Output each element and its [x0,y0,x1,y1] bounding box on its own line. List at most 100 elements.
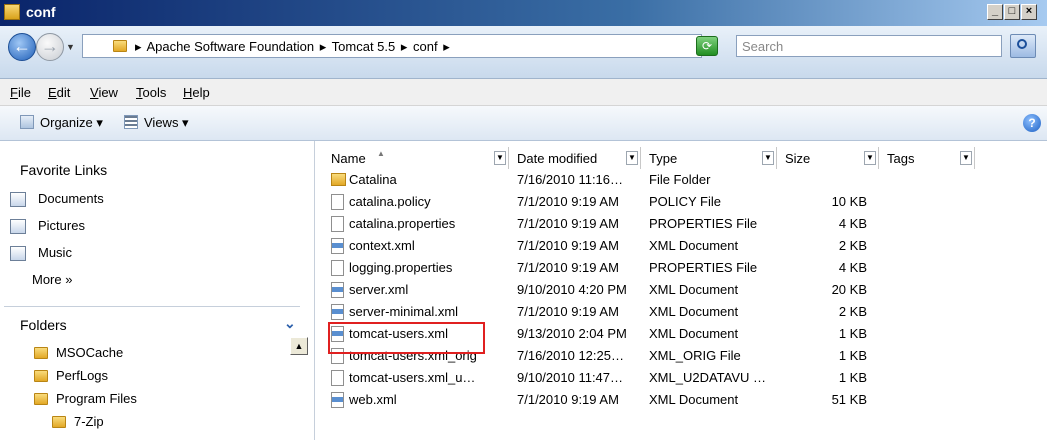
favorite-label: Music [38,245,72,260]
back-button[interactable]: ← [8,33,36,61]
breadcrumb-separator[interactable]: ▸ [401,39,408,54]
file-type: PROPERTIES File [649,260,758,275]
folders-header[interactable]: Folders ⌄ [4,306,300,333]
organize-button[interactable]: Organize ▾ [20,115,103,131]
refresh-button[interactable]: ⟳ [696,36,718,56]
address-box[interactable]: ▸ Apache Software Foundation ▸ Tomcat 5.… [82,34,767,58]
file-date-modified: 9/10/2010 4:20 PM [517,282,627,297]
file-name: catalina.properties [349,216,456,231]
menu-file[interactable]: File [10,85,31,100]
search-input[interactable]: Search [736,35,1002,57]
scroll-up-button[interactable]: ▲ [290,337,308,355]
views-button[interactable]: Views ▾ [124,115,189,131]
more-links[interactable]: More » [32,272,72,287]
close-button[interactable]: × [1021,4,1037,20]
file-row[interactable]: server-minimal.xml 7/1/2010 9:19 AM XML Do… [327,301,887,323]
file-size: 1 KB [838,348,867,363]
file-row[interactable]: Catalina 7/16/2010 11:16… File Folder [327,169,887,191]
column-filter-dropdown-icon[interactable]: ▼ [762,151,774,165]
search-button[interactable] [1010,34,1036,58]
breadcrumb-separator[interactable]: ▸ [443,39,450,54]
breadcrumb-separator[interactable]: ▸ [135,39,142,54]
file-type: XML_U2DATAVU … [649,370,767,385]
folder-icon [34,347,48,359]
column-header-tags[interactable]: Tags ▼ [879,147,975,169]
column-size-label: Size [785,151,811,166]
folder-icon [4,4,20,20]
file-size: 4 KB [838,260,867,275]
folder-icon [52,416,66,428]
menu-bar: File Edit View Tools Help [0,79,1047,106]
file-type: XML_ORIG File [649,348,741,363]
file-type: XML Document [649,238,739,253]
menu-edit[interactable]: Edit [48,85,70,100]
column-header-size[interactable]: Size ▼ [777,147,879,169]
folder-icon [34,370,48,382]
column-filter-dropdown-icon[interactable]: ▼ [494,151,506,165]
column-date-label: Date modified [517,151,598,166]
column-filter-dropdown-icon[interactable]: ▼ [960,151,972,165]
file-size: 4 KB [838,216,867,231]
history-dropdown-icon[interactable]: ▼ [66,42,75,52]
menu-tools[interactable]: Tools [136,85,166,100]
file-row[interactable]: server.xml 9/10/2010 4:20 PM XML Document 2… [327,279,887,301]
folder-icon [113,40,127,52]
views-label: Views ▾ [144,115,189,130]
file-size: 10 KB [831,194,867,209]
file-name: logging.properties [349,260,453,275]
documents-icon [10,192,26,207]
column-filter-dropdown-icon[interactable]: ▼ [626,151,638,165]
column-filter-dropdown-icon[interactable]: ▼ [864,151,876,165]
tree-item-label: PerfLogs [56,368,109,383]
xml-file-icon [331,282,344,298]
file-size: 2 KB [838,238,867,253]
breadcrumb-tomcat[interactable]: Tomcat 5.5 [332,39,396,54]
chevron-down-icon[interactable]: ⌄ [284,315,296,332]
folder-icon [34,393,48,405]
breadcrumb-separator[interactable]: ▸ [320,39,327,54]
breadcrumb-apache[interactable]: Apache Software Foundation [146,39,314,54]
file-name: server-minimal.xml [349,304,459,319]
file-row[interactable]: context.xml 7/1/2010 9:19 AM XML Document 2… [327,235,887,257]
minimize-button[interactable]: _ [987,4,1003,20]
organize-icon [20,115,34,129]
menu-view[interactable]: View [90,85,118,100]
forward-button[interactable]: → [36,33,64,61]
maximize-button[interactable]: □ [1004,4,1020,20]
xml-file-icon [331,238,344,254]
xml-file-icon [331,392,344,408]
tree-item-label: MSOCache [56,345,124,360]
file-date-modified: 7/16/2010 11:16… [517,172,624,187]
file-size: 1 KB [838,326,867,341]
file-icon [331,194,344,210]
favorite-label: Pictures [38,218,85,233]
tree-item-label: Program Files [56,391,137,406]
help-icon[interactable]: ? [1023,114,1041,132]
column-tags-label: Tags [887,151,915,166]
organize-label: Organize ▾ [40,115,103,130]
menu-help[interactable]: Help [183,85,210,100]
column-header-name[interactable]: Name ▲ ▼ [323,147,509,169]
column-name-label: Name [331,151,366,166]
file-size: 2 KB [838,304,867,319]
file-row[interactable]: tomcat-users.xml_u… 9/10/2010 11:47… XML_U… [327,367,887,389]
window-title: conf [26,4,56,20]
file-icon [331,216,344,232]
column-header-type[interactable]: Type ▼ [641,147,777,169]
sort-up-icon: ▲ [377,149,385,158]
file-type: XML Document [649,392,739,407]
navigation-pane: Favorite Links Documents Pictures Music … [0,141,315,440]
file-row[interactable]: catalina.properties 7/1/2010 9:19 AM PROPE… [327,213,887,235]
favorite-links-heading: Favorite Links [20,162,108,178]
folder-icon [331,173,346,186]
file-row[interactable]: logging.properties 7/1/2010 9:19 AM PROPER… [327,257,887,279]
music-icon [10,246,26,261]
file-row[interactable]: catalina.policy 7/1/2010 9:19 AM POLICY Fi… [327,191,887,213]
file-row[interactable]: web.xml 7/1/2010 9:19 AM XML Document 51 KB [327,389,887,411]
breadcrumb-conf[interactable]: conf [413,39,438,54]
file-type: XML Document [649,282,739,297]
file-type: File Folder [649,172,711,187]
file-size: 1 KB [838,370,867,385]
file-date-modified: 7/1/2010 9:19 AM [517,194,619,209]
column-header-date[interactable]: Date modified ▼ [509,147,641,169]
